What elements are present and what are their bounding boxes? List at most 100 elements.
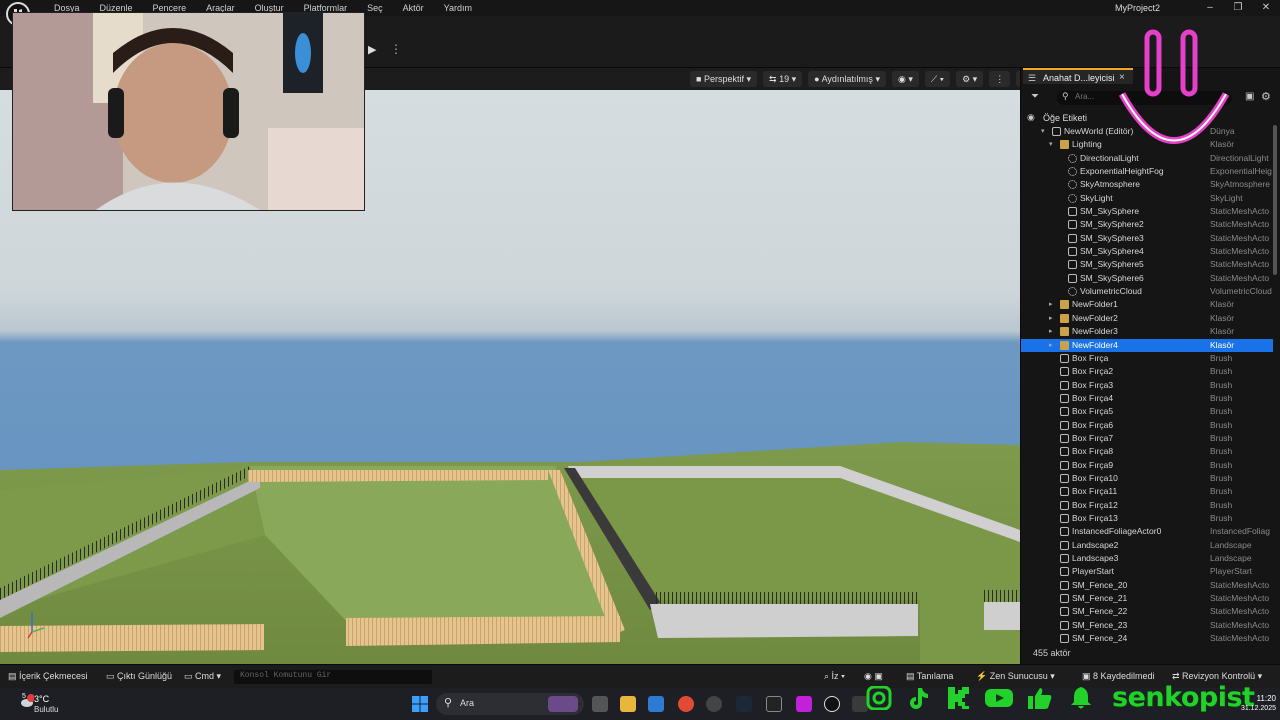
outliner-row[interactable]: SM_Fence_24 StaticMeshActo [1021,632,1273,645]
outliner-row[interactable]: SM_SkySphere6 StaticMeshActo [1021,272,1273,285]
filter-icon[interactable]: ⏷ [1031,91,1039,102]
outliner-row[interactable]: SM_SkySphere2 StaticMeshActo [1021,218,1273,231]
cmd-dropdown[interactable]: ▭ Cmd ▾ [184,671,221,682]
record-icon[interactable]: ◉ ▣ [864,671,883,682]
outliner-row-type: Brush [1210,419,1233,430]
viewport-options-button[interactable]: ⋮ [989,71,1011,87]
menu-item[interactable]: Aktör [393,0,434,16]
outliner-row[interactable]: InstancedFoliageActor0 InstancedFoliag [1021,525,1273,538]
sky-icon [1068,180,1077,190]
outliner-row[interactable]: ExponentialHeightFog ExponentialHeig [1021,165,1273,178]
outliner-row-type: Landscape [1210,539,1252,550]
transform-dropdown[interactable]: ⟋ ▾ [924,71,951,87]
search-icon: ⚲ [1062,91,1069,101]
outliner-row[interactable]: Landscape2 Landscape [1021,539,1273,552]
outliner-row[interactable]: Box Fırça Brush [1021,352,1273,365]
outliner-row[interactable]: SM_SkySphere5 StaticMeshActo [1021,258,1273,271]
outliner-row[interactable]: SM_Fence_21 StaticMeshActo [1021,592,1273,605]
store-icon[interactable] [648,696,664,712]
more-vert-icon: ⋮ [995,74,1005,84]
outliner-row-label: Box Fırça10 [1072,472,1118,483]
close-window-button[interactable]: ✕ [1251,0,1280,16]
outliner-row[interactable]: VolumetricCloud VolumetricCloud [1021,285,1273,298]
outliner-row[interactable]: SM_SkySphere3 StaticMeshActo [1021,232,1273,245]
kick-icon [946,686,972,710]
chevron-right-icon[interactable]: ▸ [1049,312,1053,325]
add-folder-icon[interactable]: ▣ [1245,91,1254,102]
output-log-button[interactable]: ▭ Çıktı Günlüğü [106,671,172,682]
taskbar-search[interactable]: ⚲ Ara [436,693,584,715]
windows-start-icon[interactable] [412,696,428,712]
chevron-down-icon[interactable]: ▾ [1041,125,1045,138]
obs-icon[interactable] [706,696,722,712]
trace-dropdown[interactable]: ⌕ İz ▾ [824,671,845,682]
outliner-row[interactable]: Box Fırça8 Brush [1021,445,1273,458]
outliner-row[interactable]: Box Fırça2 Brush [1021,365,1273,378]
app-purple-icon[interactable] [796,696,812,712]
maximize-button[interactable]: ❐ [1223,0,1253,16]
content-drawer-button[interactable]: ▤ İçerik Çekmecesi [8,671,88,682]
brush-icon [1060,513,1069,523]
tiktok-icon [906,686,932,710]
visibility-eye-icon: ◉ [1027,112,1035,122]
outliner-row[interactable]: Box Fırça13 Brush [1021,512,1273,525]
unreal-engine-taskbar-icon[interactable] [824,696,840,712]
unsaved-button[interactable]: ▣ 8 Kaydedilmedi [1082,671,1155,682]
search-highlight-image [548,696,578,712]
outliner-row[interactable]: Box Fırça6 Brush [1021,419,1273,432]
console-command-input[interactable]: Konsol Komutunu Gir [234,670,432,684]
outliner-row[interactable]: Landscape3 Landscape [1021,552,1273,565]
outliner-row[interactable]: Box Fırça3 Brush [1021,379,1273,392]
fov-dropdown[interactable]: ⇆ 19 ▾ [763,71,803,87]
chevron-down-icon[interactable]: ▾ [1049,138,1053,151]
more-options-icon[interactable]: ⋮ [390,42,402,58]
task-view-icon[interactable] [592,696,608,712]
show-dropdown[interactable]: ◉ ▾ [891,71,919,87]
zen-server-dropdown[interactable]: ⚡ Zen Sunucusu ▾ [976,671,1055,682]
minimize-button[interactable]: – [1195,0,1225,16]
settings-gear-icon[interactable]: ⚙ [1261,90,1271,103]
epic-games-icon[interactable] [766,696,782,712]
outliner-row[interactable]: SM_Fence_20 StaticMeshActo [1021,579,1273,592]
fov-value: 19 [779,74,790,84]
menu-item[interactable]: Yardım [434,0,482,16]
outliner-row-label: ExponentialHeightFog [1080,166,1164,177]
settings-dropdown[interactable]: ⚙ ▾ [956,71,984,87]
outliner-scrollbar[interactable] [1273,125,1277,275]
outliner-row-type: Brush [1210,432,1233,443]
outliner-row[interactable]: ▸ NewFolder1 Klasör [1021,298,1273,311]
outliner-row[interactable]: ▸ NewFolder4 Klasör [1021,338,1273,352]
outliner-row-type: Brush [1210,486,1233,497]
outliner-row[interactable]: Box Fırça7 Brush [1021,432,1273,445]
chrome-icon[interactable] [678,696,694,712]
actor-count: 455 aktör [1033,648,1071,658]
outliner-row[interactable]: Box Fırça12 Brush [1021,499,1273,512]
outliner-row[interactable]: Box Fırça10 Brush [1021,472,1273,485]
chevron-right-icon[interactable]: ▸ [1049,298,1053,311]
perspective-dropdown[interactable]: ■ Perspektif ▾ [690,71,758,87]
outliner-row[interactable]: Box Fırça5 Brush [1021,405,1273,418]
console-placeholder: Konsol Komutunu Gir [240,671,332,680]
diagnostics-button[interactable]: ▤ Tanılama [906,671,953,682]
outliner-row[interactable]: SM_SkySphere4 StaticMeshActo [1021,245,1273,258]
outliner-row[interactable]: SkyAtmosphere SkyAtmosphere [1021,178,1273,191]
lit-mode-dropdown[interactable]: ● Aydınlatılmış ▾ [808,71,886,87]
outliner-row[interactable]: SM_Fence_22 StaticMeshActo [1021,605,1273,618]
outliner-row[interactable]: Box Fırça4 Brush [1021,392,1273,405]
brush-icon [1060,460,1069,470]
outliner-row[interactable]: Box Fırça9 Brush [1021,459,1273,472]
outliner-row[interactable]: SM_Fence_23 StaticMeshActo [1021,619,1273,632]
outliner-row[interactable]: SM_SkySphere StaticMeshActo [1021,205,1273,218]
outliner-row[interactable]: ▸ NewFolder3 Klasör [1021,325,1273,338]
outliner-row[interactable]: SkyLight SkyLight [1021,192,1273,205]
play-button[interactable]: ▶ [368,42,384,58]
outliner-row[interactable]: PlayerStart PlayerStart [1021,565,1273,578]
file-explorer-icon[interactable] [620,696,636,712]
outliner-row[interactable]: Box Fırça11 Brush [1021,485,1273,498]
lit-sphere-icon: ● [814,74,820,84]
chevron-right-icon[interactable]: ▸ [1049,339,1053,352]
revision-control-dropdown[interactable]: ⇄ Revizyon Kontrolü ▾ [1172,671,1262,682]
chevron-right-icon[interactable]: ▸ [1049,325,1053,338]
steam-icon[interactable] [736,696,752,712]
outliner-row[interactable]: ▸ NewFolder2 Klasör [1021,312,1273,325]
